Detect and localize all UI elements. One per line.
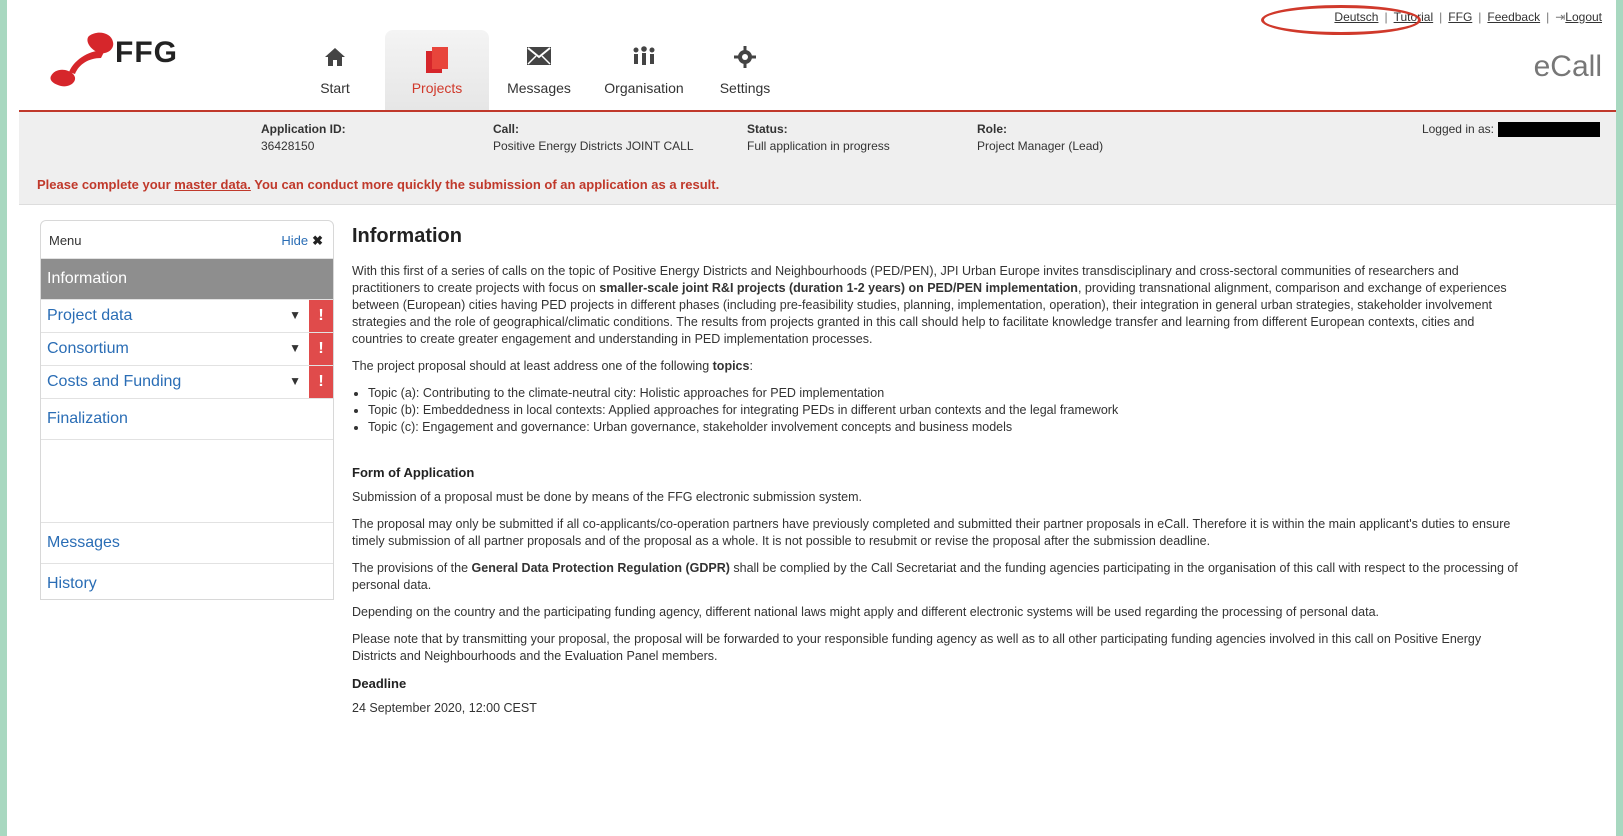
application-info-bar: Application ID: 36428150 Call: Positive … [19, 112, 1616, 205]
alert-icon: ! [309, 333, 333, 365]
sidebar-item-label: Messages [47, 534, 120, 551]
sidebar-item-consortium[interactable]: Consortium ▼ ! [41, 332, 333, 365]
app-frame: Deutsch | Tutorial | FFG | Feedback | ⇥Logout FF… [7, 0, 1616, 836]
submission-paragraph: Submission of a proposal must be done by… [352, 490, 862, 504]
home-icon [315, 45, 355, 73]
nav-label: Start [320, 80, 350, 96]
sidebar-item-project-data[interactable]: Project data ▼ ! [41, 299, 333, 332]
sidebar-item-label: Consortium [47, 340, 129, 357]
nav-organisation[interactable]: Organisation [599, 30, 689, 110]
gdpr-text: The provisions of the [352, 561, 472, 575]
separator: | [1439, 10, 1443, 24]
hide-label: Hide [281, 233, 309, 248]
call-value: Positive Energy Districts JOINT CALL [493, 139, 694, 153]
call-info: Call: Positive Energy Districts JOINT CA… [493, 122, 694, 153]
sidebar-item-finalization[interactable]: Finalization [41, 398, 333, 439]
status-label: Status: [747, 122, 788, 136]
ecall-brand: eCall [1533, 50, 1602, 83]
intro-paragraph: With this first of a series of calls on … [352, 263, 1522, 348]
logo-text: FFG [115, 36, 178, 69]
national-laws-paragraph: Depending on the country and the partici… [352, 605, 1380, 619]
forwarding-paragraph: Please note that by transmitting your pr… [352, 632, 1482, 663]
sidebar-item-messages[interactable]: Messages [41, 522, 333, 563]
organisation-icon [599, 45, 689, 73]
logo-mark-icon [50, 32, 114, 87]
list-item: Topic (a): Contributing to the climate-n… [368, 385, 1522, 402]
close-icon: ✖ [312, 233, 323, 248]
partner-paragraph: The proposal may only be submitted if al… [352, 517, 1511, 548]
logout-link[interactable]: Logout [1565, 10, 1602, 24]
sidebar-header: Menu Hide ✖ [41, 221, 333, 258]
application-id-label: Application ID: [261, 122, 346, 136]
gdpr-bold: General Data Protection Regulation (GDPR… [471, 561, 730, 575]
sidebar-item-costs-and-funding[interactable]: Costs and Funding ▼ ! [41, 365, 333, 398]
envelope-icon [503, 45, 575, 73]
sidebar-item-label: Information [47, 270, 128, 287]
caret-down-icon[interactable]: ▼ [289, 374, 301, 388]
warning-prefix: Please complete your [37, 177, 175, 192]
application-id: Application ID: 36428150 [261, 122, 346, 153]
status-value: Full application in progress [747, 139, 890, 153]
sidebar-item-label: History [47, 575, 97, 592]
redacted-username [1498, 122, 1600, 138]
caret-down-icon[interactable]: ▼ [289, 341, 301, 355]
sidebar-item-label: Project data [47, 307, 133, 324]
topics-intro-text: The project proposal should at least add… [352, 359, 713, 373]
sidebar-item-information[interactable]: Information [41, 258, 333, 299]
warning-suffix: You can conduct more quickly the submiss… [250, 177, 720, 192]
alert-icon: ! [309, 300, 333, 332]
master-data-link[interactable]: master data. [174, 177, 251, 192]
caret-down-icon[interactable]: ▼ [289, 308, 301, 322]
deadline-value: 24 September 2020, 12:00 CEST [352, 701, 537, 715]
topics-colon: : [749, 359, 753, 373]
gdpr-paragraph: The provisions of the General Data Prote… [352, 560, 1522, 594]
role-label: Role: [977, 122, 1007, 136]
intro-bold: smaller-scale joint R&I projects (durati… [599, 281, 1078, 295]
logged-in-info: Logged in as: [1421, 122, 1600, 138]
topics-intro: The project proposal should at least add… [352, 358, 1522, 375]
nav-settings[interactable]: Settings [715, 30, 775, 110]
role-value: Project Manager (Lead) [977, 139, 1104, 153]
alert-icon: ! [309, 366, 333, 398]
ffg-link[interactable]: FFG [1448, 10, 1472, 24]
gear-icon [715, 45, 775, 73]
list-item: Topic (b): Embeddedness in local context… [368, 402, 1522, 419]
nav-messages[interactable]: Messages [503, 30, 575, 110]
sidebar-item-label: Finalization [47, 410, 128, 427]
application-id-value: 36428150 [261, 139, 315, 153]
call-label: Call: [493, 122, 520, 136]
page-title: Information [352, 225, 462, 247]
logout-icon: ⇥ [1555, 10, 1566, 24]
list-item: Topic (c): Engagement and governance: Ur… [368, 419, 1522, 436]
topics-list: Topic (a): Contributing to the climate-n… [352, 385, 1522, 436]
sidebar-menu: Menu Hide ✖ Information Project data ▼ ! … [40, 220, 334, 600]
logged-in-label: Logged in as: [1421, 122, 1494, 136]
sidebar-title: Menu [49, 233, 82, 248]
master-data-warning: Please complete your master data. You ca… [37, 177, 719, 192]
highlight-annotation [1261, 5, 1421, 35]
topics-bold: topics [712, 359, 750, 373]
main-content: Information With this first of a series … [352, 225, 1522, 727]
hide-menu-button[interactable]: Hide ✖ [281, 233, 323, 249]
sidebar-spacer [41, 439, 333, 522]
role-info: Role: Project Manager (Lead) [977, 122, 1103, 153]
feedback-link[interactable]: Feedback [1487, 10, 1540, 24]
projects-icon [385, 45, 489, 73]
sidebar-item-label: Costs and Funding [47, 373, 182, 390]
status-info: Status: Full application in progress [747, 122, 890, 153]
separator: | [1478, 10, 1482, 24]
nav-projects[interactable]: Projects [385, 30, 489, 110]
nav-label: Messages [507, 80, 571, 96]
deadline-heading: Deadline [352, 676, 407, 691]
sidebar-item-history[interactable]: History [41, 563, 333, 604]
nav-start[interactable]: Start [315, 30, 355, 110]
ffg-logo[interactable]: FFG [45, 28, 195, 98]
nav-label: Projects [411, 80, 463, 96]
separator: | [1546, 10, 1550, 24]
nav-label: Settings [719, 80, 771, 96]
form-heading: Form of Application [352, 465, 475, 480]
nav-label: Organisation [604, 80, 684, 96]
